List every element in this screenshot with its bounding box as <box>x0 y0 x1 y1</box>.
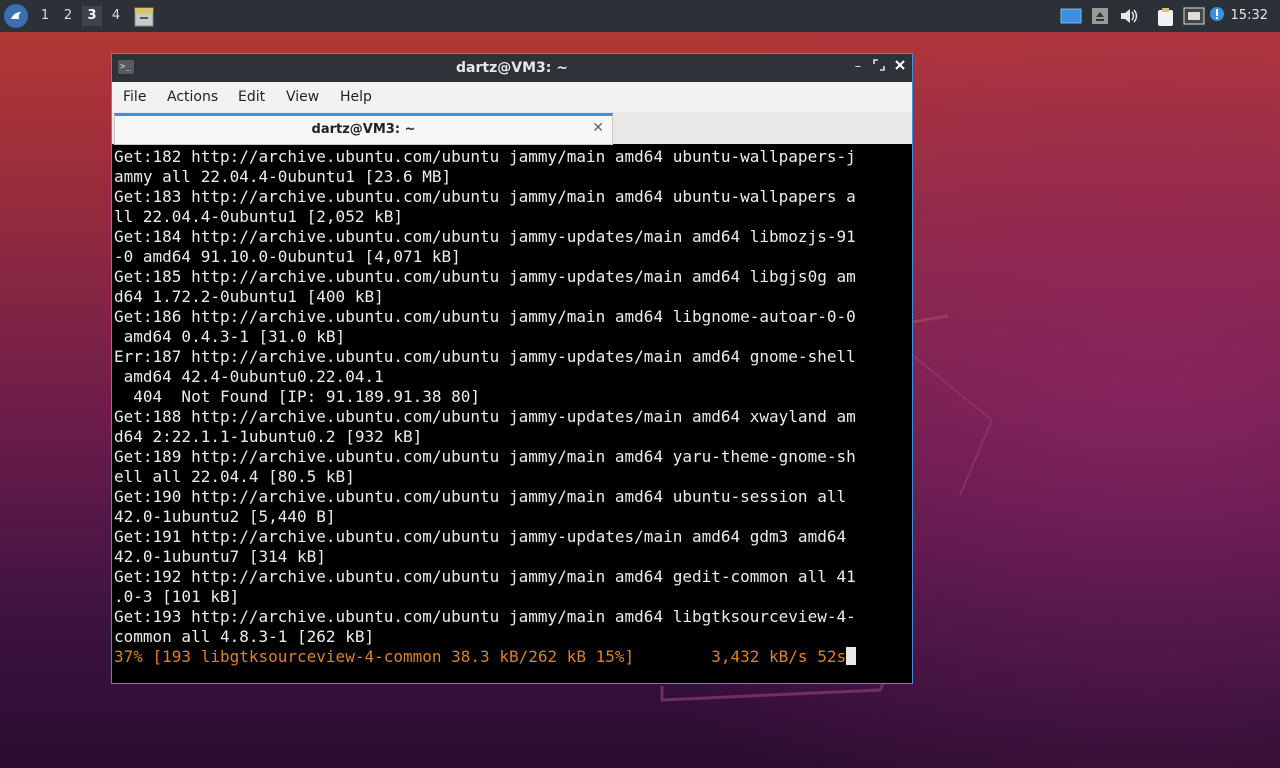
workspace-2[interactable]: 2 <box>58 6 78 26</box>
output-line: Get:190 http://archive.ubuntu.com/ubuntu… <box>114 487 847 506</box>
output-line: Get:186 http://archive.ubuntu.com/ubuntu… <box>114 307 856 326</box>
window-title: dartz@VM3: ~ <box>456 60 568 76</box>
tab-label: dartz@VM3: ~ <box>311 122 416 137</box>
tab-bar: dartz@VM3: ~ ✕ <box>112 112 912 145</box>
output-line: Get:193 http://archive.ubuntu.com/ubuntu… <box>114 607 856 626</box>
maximize-button[interactable] <box>871 59 887 75</box>
app-menu-icon <box>6 6 26 26</box>
output-line: Get:192 http://archive.ubuntu.com/ubuntu… <box>114 567 856 586</box>
maximize-icon <box>873 59 885 71</box>
tab-close-icon[interactable]: ✕ <box>592 120 604 136</box>
app-menu-button[interactable] <box>4 4 28 28</box>
output-line: amd64 42.4-0ubuntu0.22.04.1 <box>114 367 384 386</box>
output-line: 404 Not Found [IP: 91.189.91.38 80] <box>114 387 481 406</box>
output-line: 42.0-1ubuntu7 [314 kB] <box>114 547 326 566</box>
output-line: Get:182 http://archive.ubuntu.com/ubuntu… <box>114 147 856 166</box>
output-line: d64 1.72.2-0ubuntu1 [400 kB] <box>114 287 384 306</box>
output-line: common all 4.8.3-1 [262 kB] <box>114 627 375 646</box>
menu-edit[interactable]: Edit <box>238 89 265 105</box>
terminal-cursor <box>846 647 857 665</box>
output-line: amd64 0.4.3-1 [31.0 kB] <box>114 327 346 346</box>
menu-help[interactable]: Help <box>340 89 372 105</box>
minimize-button[interactable]: – <box>850 59 866 75</box>
menu-actions[interactable]: Actions <box>167 89 218 105</box>
terminal-window: >_ dartz@VM3: ~ – File Actions Edit View… <box>111 53 913 684</box>
output-line: -0 amd64 91.10.0-0ubuntu1 [4,071 kB] <box>114 247 461 266</box>
menu-view[interactable]: View <box>286 89 319 105</box>
tab-terminal[interactable]: dartz@VM3: ~ ✕ <box>114 113 613 145</box>
show-desktop-button[interactable] <box>134 5 154 27</box>
network-icon[interactable] <box>1183 7 1205 25</box>
notification-icon[interactable] <box>1209 6 1225 24</box>
top-panel: 1 2 3 4 15:32 <box>0 0 1280 32</box>
progress-text: 37% [193 libgtksourceview-4-common 38.3 … <box>114 647 847 666</box>
output-line: Err:187 http://archive.ubuntu.com/ubuntu… <box>114 347 856 366</box>
workspace-3[interactable]: 3 <box>82 6 102 26</box>
output-line: Get:191 http://archive.ubuntu.com/ubuntu… <box>114 527 847 546</box>
eject-icon[interactable] <box>1091 7 1109 25</box>
folder-icon <box>134 7 154 27</box>
clipboard-icon[interactable] <box>1156 7 1176 26</box>
output-line: .0-3 [101 kB] <box>114 587 240 606</box>
output-line: 42.0-1ubuntu2 [5,440 B] <box>114 507 336 526</box>
output-line: d64 2:22.1.1-1ubuntu0.2 [932 kB] <box>114 427 423 446</box>
close-icon <box>895 60 905 70</box>
output-line: Get:183 http://archive.ubuntu.com/ubuntu… <box>114 187 856 206</box>
output-line: ll 22.04.4-0ubuntu1 [2,052 kB] <box>114 207 403 226</box>
output-line: Get:189 http://archive.ubuntu.com/ubuntu… <box>114 447 856 466</box>
terminal-output[interactable]: Get:182 http://archive.ubuntu.com/ubuntu… <box>114 147 910 682</box>
clock[interactable]: 15:32 <box>1231 8 1268 23</box>
output-line: Get:188 http://archive.ubuntu.com/ubuntu… <box>114 407 856 426</box>
workspace-1[interactable]: 1 <box>35 6 55 26</box>
volume-icon[interactable] <box>1119 7 1139 25</box>
menu-file[interactable]: File <box>123 89 146 105</box>
close-button[interactable] <box>892 59 908 75</box>
menu-bar: File Actions Edit View Help <box>112 82 912 113</box>
display-icon[interactable] <box>1060 7 1082 25</box>
title-bar[interactable]: >_ dartz@VM3: ~ – <box>112 54 912 82</box>
output-line: ell all 22.04.4 [80.5 kB] <box>114 467 355 486</box>
output-line: ammy all 22.04.4-0ubuntu1 [23.6 MB] <box>114 167 452 186</box>
output-line: Get:184 http://archive.ubuntu.com/ubuntu… <box>114 227 856 246</box>
output-line: Get:185 http://archive.ubuntu.com/ubuntu… <box>114 267 856 286</box>
workspace-4[interactable]: 4 <box>106 6 126 26</box>
progress-line: 37% [193 libgtksourceview-4-common 38.3 … <box>114 647 857 667</box>
